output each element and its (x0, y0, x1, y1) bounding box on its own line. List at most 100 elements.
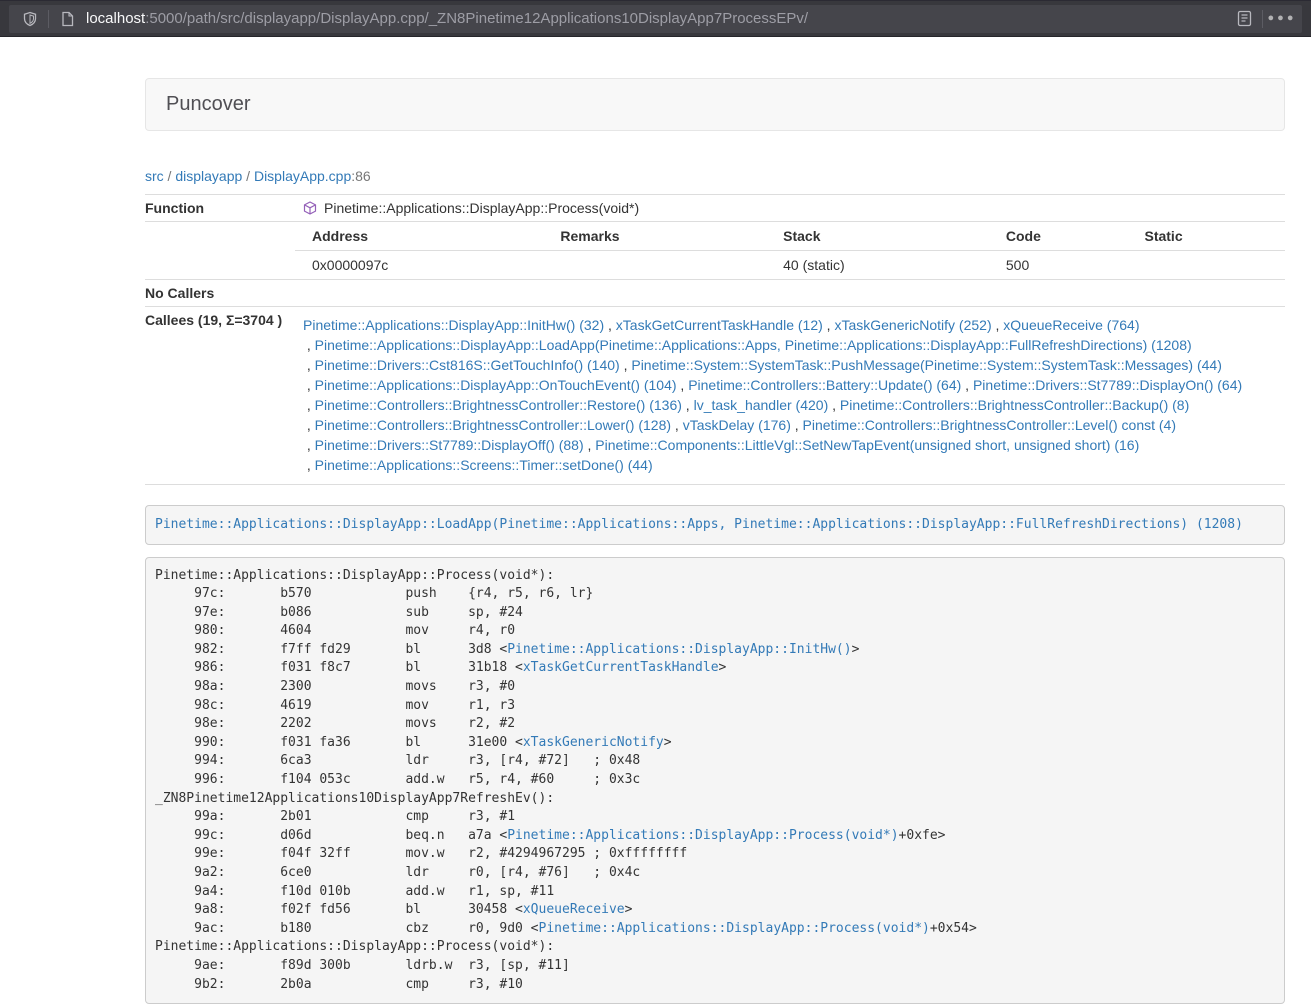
col-header-remarks: Remarks (552, 222, 775, 251)
assembly-line: 9a4: f10d 010b add.w r1, sp, #11 (155, 883, 1275, 902)
static-value (1136, 251, 1285, 280)
callee-link[interactable]: Pinetime::Controllers::BrightnessControl… (315, 397, 682, 413)
identity-divider (48, 10, 49, 28)
assembly-line: 9a8: f02f fd56 bl 30458 <xQueueReceive> (155, 901, 1275, 920)
callee-link[interactable]: xQueueReceive (764) (1003, 317, 1139, 333)
callee-link[interactable]: Pinetime::Drivers::St7789::DisplayOff() … (315, 437, 584, 453)
assembly-line: 986: f031 f8c7 bl 31b18 <xTaskGetCurrent… (155, 659, 1275, 678)
url-path: :5000/path/src/displayapp/DisplayApp.cpp… (145, 10, 808, 27)
callee-link[interactable]: Pinetime::Controllers::BrightnessControl… (840, 397, 1189, 413)
breadcrumb: src / displayapp / DisplayApp.cpp:86 (145, 168, 1285, 184)
app-header-panel: Puncover (145, 78, 1285, 131)
no-callers-row: No Callers (145, 280, 1285, 307)
callee-link[interactable]: Pinetime::Applications::Screens::Timer::… (315, 457, 653, 473)
callees-label: Callees (19, Σ=3704 ) (145, 307, 295, 485)
callee-link[interactable]: lv_task_handler (420) (694, 397, 829, 413)
assembly-symbol-link[interactable]: xTaskGenericNotify (523, 735, 664, 750)
function-label: Function (145, 195, 295, 222)
callee-link[interactable]: Pinetime::System::SystemTask::PushMessag… (631, 357, 1222, 373)
table-row: 0x0000097c 40 (static) 500 (295, 251, 1285, 280)
assembly-line: 99e: f04f 32ff mov.w r2, #4294967295 ; 0… (155, 845, 1275, 864)
callee-separator: , (303, 337, 315, 353)
no-callers-label: No Callers (145, 280, 295, 307)
callee-separator: , (303, 357, 315, 373)
callee-link[interactable]: Pinetime::Drivers::Cst816S::GetTouchInfo… (315, 357, 620, 373)
col-header-stack: Stack (775, 222, 998, 251)
assembly-line: 982: f7ff fd29 bl 3d8 <Pinetime::Applica… (155, 641, 1275, 660)
snippet-function-link[interactable]: Pinetime::Applications::DisplayApp::Load… (155, 517, 1243, 532)
assembly-symbol-link[interactable]: Pinetime::Applications::DisplayApp::Proc… (507, 828, 898, 843)
assembly-symbol-link[interactable]: xQueueReceive (523, 902, 625, 917)
breadcrumb-link-displayapp[interactable]: displayapp (175, 168, 242, 184)
callee-link[interactable]: Pinetime::Components::LittleVgl::SetNewT… (595, 437, 1139, 453)
callee-separator: , (791, 417, 803, 433)
address-value: 0x0000097c (295, 251, 552, 280)
url-text[interactable]: localhost:5000/path/src/displayapp/Displ… (86, 10, 1231, 27)
breadcrumb-link-src[interactable]: src (145, 168, 164, 184)
page-title: Puncover (166, 93, 251, 115)
assembly-line: 9a2: 6ce0 ldr r0, [r4, #76] ; 0x4c (155, 864, 1275, 883)
callee-link[interactable]: Pinetime::Controllers::BrightnessControl… (315, 417, 671, 433)
callees-row: Callees (19, Σ=3704 ) Pinetime::Applicat… (145, 307, 1285, 485)
callee-separator: , (961, 377, 973, 393)
assembly-line: 99c: d06d beq.n a7a <Pinetime::Applicati… (155, 827, 1275, 846)
assembly-line: 980: 4604 mov r4, r0 (155, 622, 1275, 641)
col-header-static: Static (1136, 222, 1285, 251)
assembly-line: 9ac: b180 cbz r0, 9d0 <Pinetime::Applica… (155, 920, 1275, 939)
callee-separator: , (823, 317, 835, 333)
breadcrumb-separator: / (242, 168, 254, 184)
assembly-line: 9ae: f89d 300b ldrb.w r3, [sp, #11] (155, 957, 1275, 976)
url-bar[interactable]: localhost:5000/path/src/displayapp/Displ… (9, 5, 1302, 33)
callee-separator: , (604, 317, 616, 333)
assembly-line: 9b2: 2b0a cmp r3, #10 (155, 976, 1275, 995)
assembly-symbol-link[interactable]: Pinetime::Applications::DisplayApp::Proc… (539, 921, 930, 936)
breadcrumb-link-file[interactable]: DisplayApp.cpp (254, 168, 351, 184)
assembly-symbol-link[interactable]: xTaskGetCurrentTaskHandle (523, 660, 719, 675)
callee-link[interactable]: Pinetime::Controllers::Battery::Update()… (688, 377, 961, 393)
assembly-line: Pinetime::Applications::DisplayApp::Proc… (155, 567, 1275, 586)
callee-link[interactable]: Pinetime::Applications::DisplayApp::Load… (315, 337, 1192, 353)
callee-separator: , (303, 377, 315, 393)
more-actions-icon[interactable]: ●●● (1268, 7, 1294, 31)
function-name: Pinetime::Applications::DisplayApp::Proc… (324, 200, 639, 216)
url-host: localhost (86, 10, 145, 27)
callee-link[interactable]: Pinetime::Controllers::BrightnessControl… (803, 417, 1176, 433)
page-info-icon[interactable] (54, 7, 80, 31)
breadcrumb-line-number: :86 (351, 168, 370, 184)
assembly-line: 98e: 2202 movs r2, #2 (155, 715, 1275, 734)
callee-link[interactable]: vTaskDelay (176) (683, 417, 791, 433)
reader-mode-icon[interactable] (1231, 7, 1257, 31)
snippet-box: Pinetime::Applications::DisplayApp::Load… (145, 505, 1285, 545)
assembly-symbol-link[interactable]: Pinetime::Applications::DisplayApp::Init… (507, 642, 851, 657)
col-header-code: Code (998, 222, 1137, 251)
assembly-line: _ZN8Pinetime12Applications10DisplayApp7R… (155, 790, 1275, 809)
col-header-address: Address (295, 222, 552, 251)
function-name-cell: Pinetime::Applications::DisplayApp::Proc… (295, 195, 1285, 222)
breadcrumb-separator: / (164, 168, 176, 184)
assembly-line: 98c: 4619 mov r1, r3 (155, 697, 1275, 716)
callee-link[interactable]: Pinetime::Applications::DisplayApp::Init… (303, 317, 604, 333)
callee-separator: , (620, 357, 632, 373)
callee-link[interactable]: Pinetime::Drivers::St7789::DisplayOn() (… (973, 377, 1242, 393)
assembly-line: 97c: b570 push {r4, r5, r6, lr} (155, 585, 1275, 604)
callee-separator: , (828, 397, 840, 413)
callee-separator: , (584, 437, 596, 453)
callee-link[interactable]: xTaskGetCurrentTaskHandle (12) (616, 317, 823, 333)
assembly-line: 97e: b086 sub sp, #24 (155, 604, 1275, 623)
stack-value: 40 (static) (775, 251, 998, 280)
callee-separator: , (992, 317, 1004, 333)
code-value: 500 (998, 251, 1137, 280)
callee-link[interactable]: Pinetime::Applications::DisplayApp::OnTo… (315, 377, 677, 393)
browser-toolbar: localhost:5000/path/src/displayapp/Displ… (0, 0, 1311, 37)
callee-separator: , (303, 437, 315, 453)
assembly-line: 99a: 2b01 cmp r3, #1 (155, 808, 1275, 827)
stats-row: Address Remarks Stack Code Static 0x0000… (145, 222, 1285, 280)
callee-separator: , (303, 417, 315, 433)
callee-separator: , (677, 377, 689, 393)
callee-link[interactable]: xTaskGenericNotify (252) (834, 317, 991, 333)
shield-icon[interactable] (17, 7, 43, 31)
callee-separator: , (303, 397, 315, 413)
actions-divider (1262, 10, 1263, 28)
cube-icon (303, 201, 317, 215)
callee-separator: , (671, 417, 683, 433)
